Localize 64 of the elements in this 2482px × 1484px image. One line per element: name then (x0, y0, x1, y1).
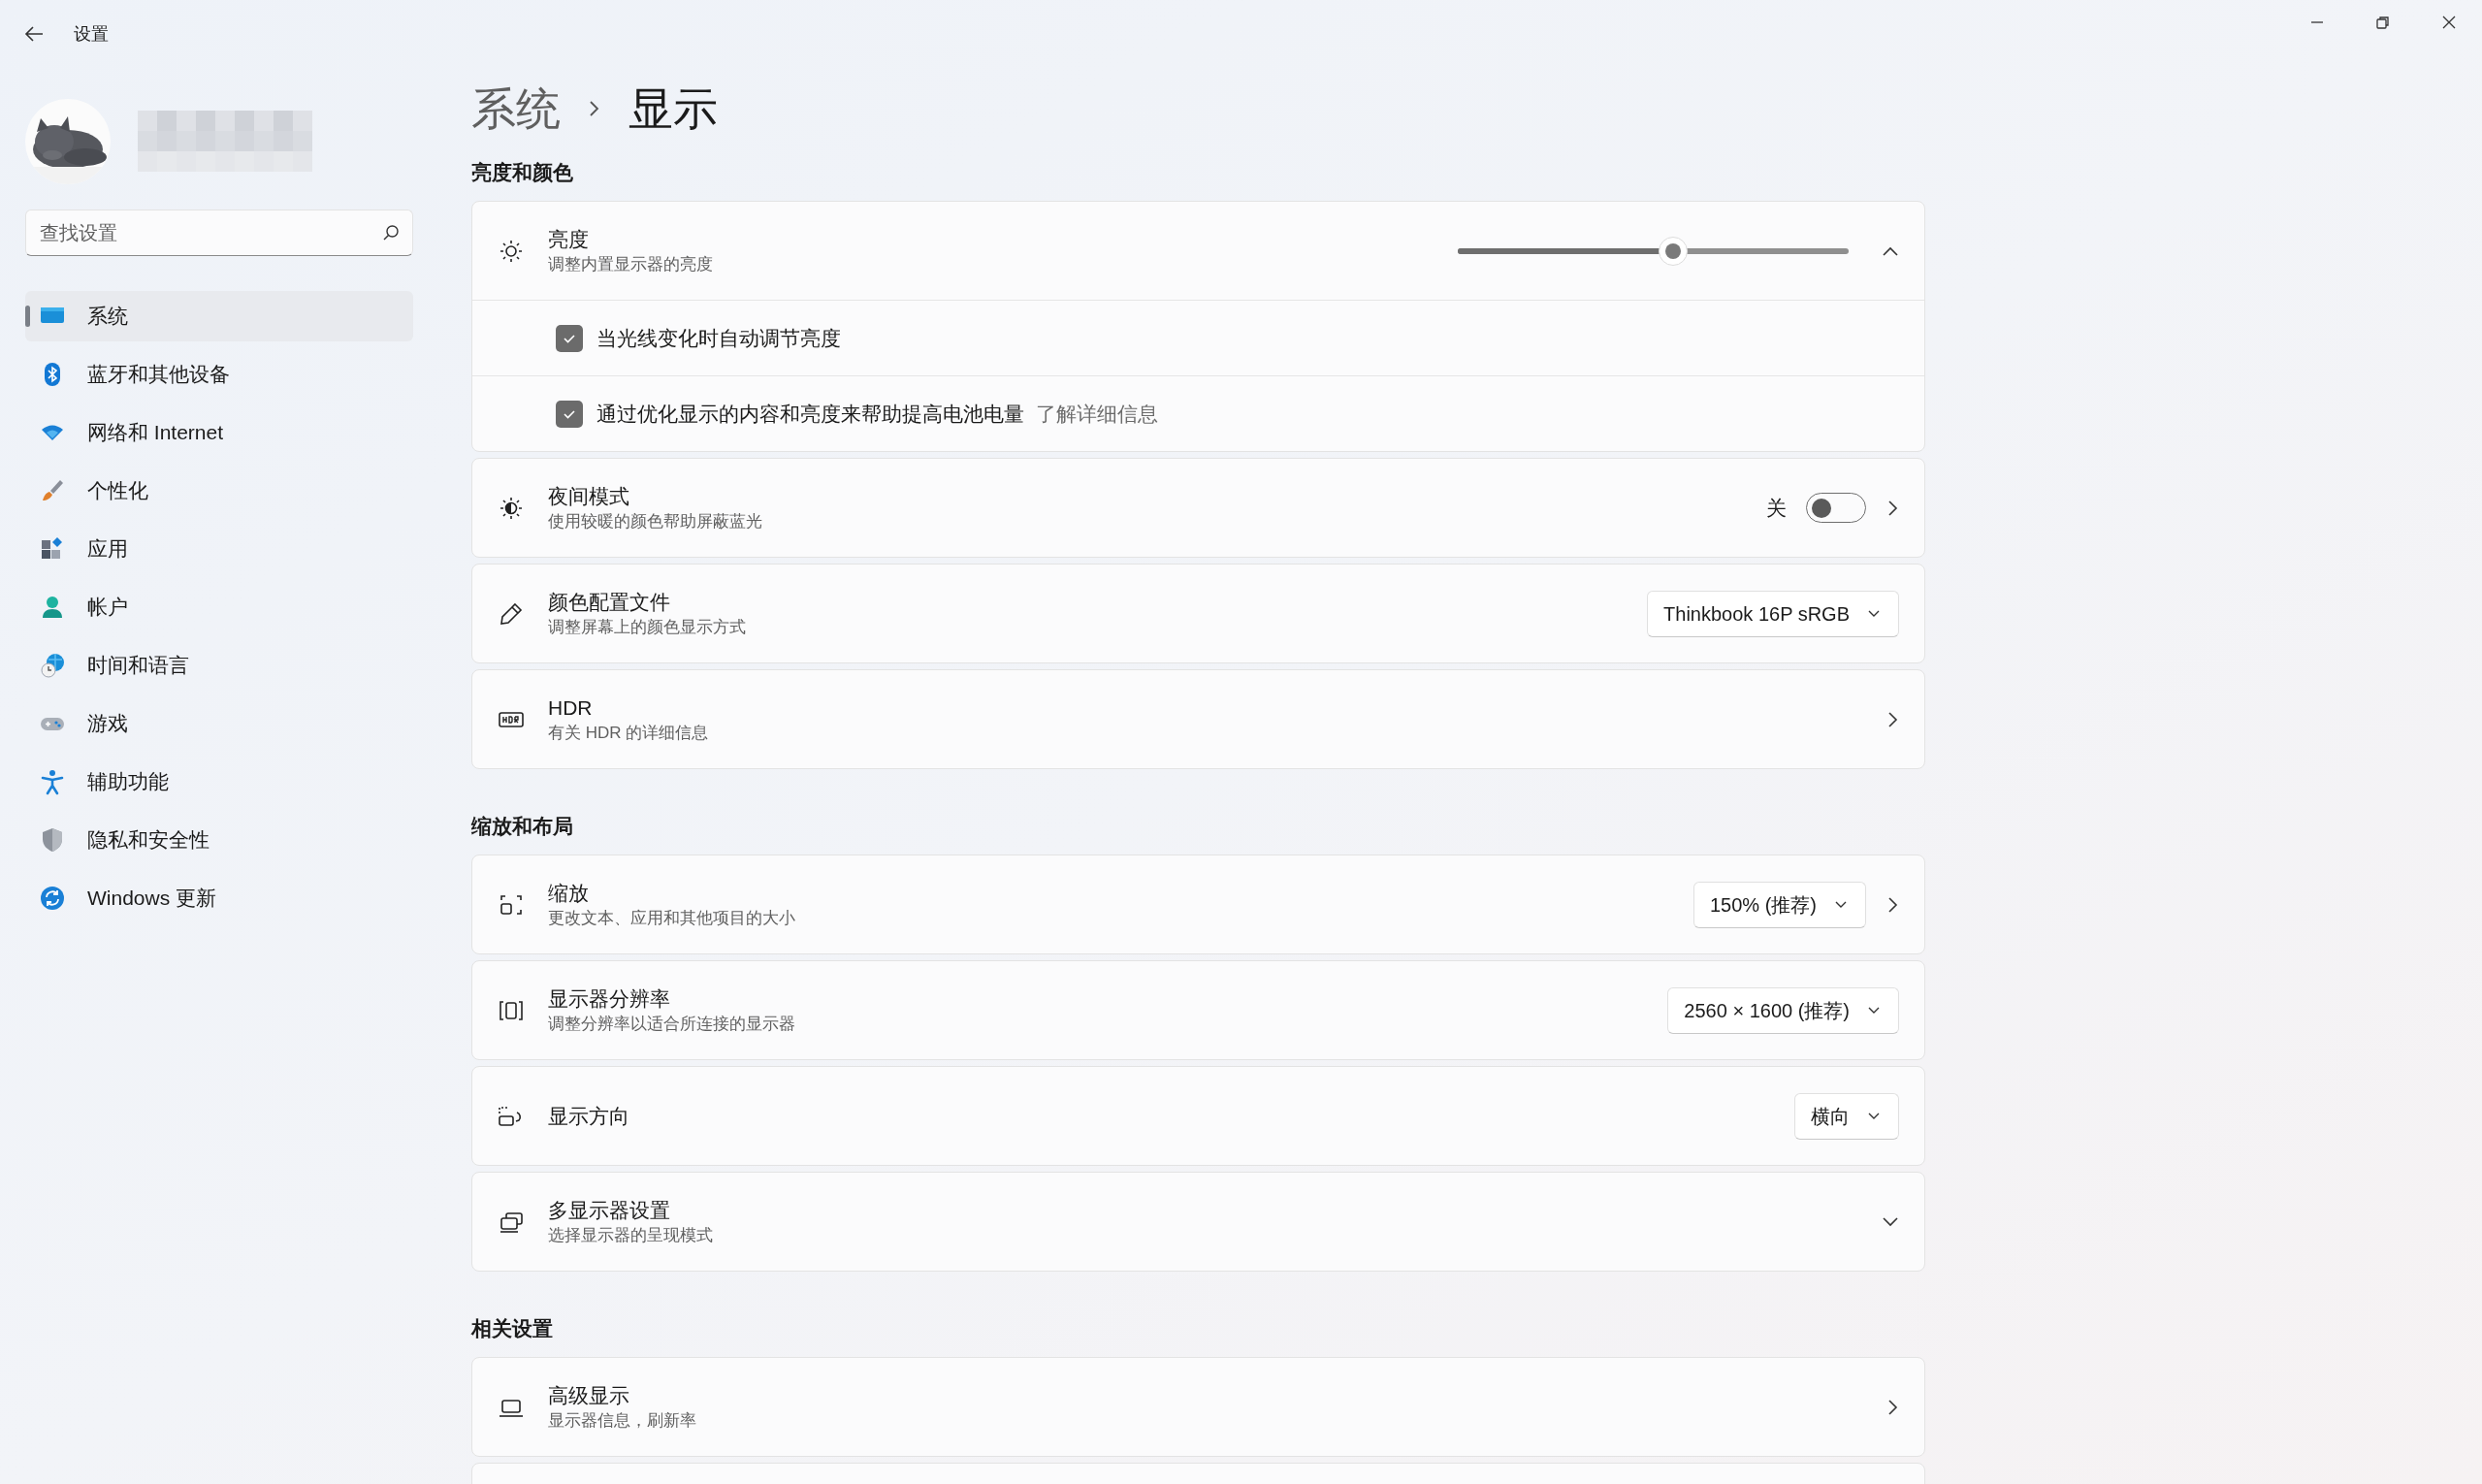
slider-thumb[interactable] (1658, 236, 1688, 266)
setting-description: 显示器信息，刷新率 (548, 1409, 697, 1432)
sidebar-item[interactable]: 个性化 (25, 466, 413, 516)
selection-indicator (25, 306, 30, 327)
search-icon[interactable] (382, 224, 400, 242)
setting-title: HDR (548, 694, 594, 721)
sidebar-item[interactable]: 游戏 (25, 698, 413, 749)
checkbox-label: 当光线变化时自动调节亮度 (596, 325, 841, 351)
section-heading: 缩放和布局 (471, 813, 573, 839)
accessibility-icon (39, 768, 66, 795)
setting-title: 夜间模式 (548, 483, 630, 509)
setting-title: 亮度 (548, 226, 590, 252)
refresh-icon (39, 885, 66, 912)
setting-description: 使用较暖的颜色帮助屏蔽蓝光 (548, 510, 763, 532)
restore-icon[interactable] (2376, 16, 2390, 29)
checkbox-label: 通过优化显示的内容和亮度来帮助提高电池电量 (596, 401, 1024, 427)
sidebar-item[interactable]: 时间和语言 (25, 640, 413, 691)
sidebar-item[interactable]: 帐户 (25, 582, 413, 632)
globe-clock-icon (39, 652, 66, 679)
close-icon[interactable] (2442, 16, 2456, 29)
chevron-up-icon[interactable] (1882, 244, 1899, 257)
dropdown[interactable]: 2560 × 1600 (推荐) (1667, 986, 1899, 1034)
setting-title: 显示器分辨率 (548, 985, 671, 1012)
setting-description: 调整屏幕上的颜色显示方式 (548, 616, 747, 638)
setting-title: 显示方向 (548, 1103, 630, 1129)
section-heading: 亮度和颜色 (471, 159, 573, 185)
setting-description: 调整分辨率以适合所连接的显示器 (548, 1013, 796, 1035)
setting-title: 颜色配置文件 (548, 589, 671, 615)
sidebar-item[interactable]: 蓝牙和其他设备 (25, 349, 413, 400)
search-field[interactable]: 查找设置 (25, 210, 413, 256)
setting-description: 有关 HDR 的详细信息 (548, 722, 710, 744)
setting-description: 更改文本、应用和其他项目的大小 (548, 907, 796, 929)
checkbox[interactable] (556, 400, 583, 428)
sidebar-item[interactable]: 辅助功能 (25, 757, 413, 807)
setting-description: 调整内置显示器的亮度 (548, 253, 714, 275)
window-title: 设置 (74, 22, 109, 46)
toggle-state-label: 关 (1766, 495, 1787, 521)
dropdown[interactable]: Thinkbook 16P sRGB (1647, 590, 1899, 637)
chevron-right-icon[interactable] (1886, 895, 1899, 914)
chevron-right-icon[interactable] (1886, 710, 1899, 728)
chevron-down-icon (1834, 899, 1848, 910)
setting-title: 多显示器设置 (548, 1197, 671, 1223)
chevron-down-icon (1867, 1111, 1881, 1121)
setting-title: 缩放 (548, 880, 590, 906)
setting-title: 高级显示 (548, 1382, 630, 1408)
chevron-down-icon (1867, 1005, 1881, 1016)
sidebar-item[interactable]: 隐私和安全性 (25, 815, 413, 865)
breadcrumb-item[interactable]: 系统 (471, 86, 561, 131)
chevron-right-icon[interactable] (1886, 1398, 1899, 1416)
dropdown[interactable]: 横向 (1794, 1092, 1899, 1140)
dropdown[interactable]: 150% (推荐) (1692, 881, 1866, 928)
chevron-right-icon[interactable] (1886, 499, 1899, 517)
chevron-right-icon (588, 99, 601, 118)
breadcrumb-item: 显示 (629, 86, 718, 131)
checkbox[interactable] (556, 324, 583, 352)
sidebar-item[interactable]: 系统 (25, 291, 413, 341)
chevron-down-icon[interactable] (1882, 1215, 1899, 1228)
learn-more-link[interactable]: 了解详细信息 (1036, 398, 1158, 430)
sidebar-item[interactable]: 应用 (25, 524, 413, 574)
section-heading: 相关设置 (471, 1315, 553, 1341)
sidebar-item[interactable]: Windows 更新 (25, 873, 413, 923)
setting-description: 选择显示器的呈现模式 (548, 1224, 714, 1246)
sidebar-item[interactable]: 网络和 Internet (25, 407, 413, 458)
chevron-down-icon (1867, 608, 1881, 619)
